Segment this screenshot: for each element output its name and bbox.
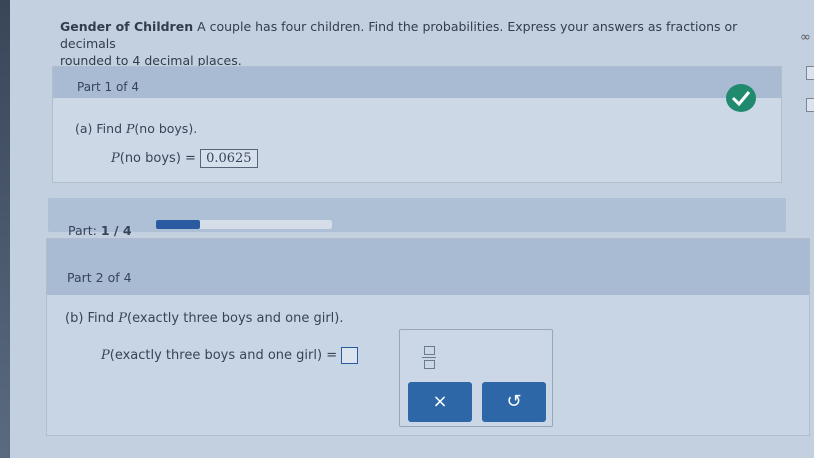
progress-track	[156, 220, 332, 229]
part2-header: Part 2 of 4	[47, 239, 809, 295]
part2-panel: Part 2 of 4 (b) Find P(exactly three boy…	[46, 238, 810, 436]
math-toolbox: × ↺	[399, 329, 553, 427]
undo-button[interactable]: ↺	[482, 382, 546, 422]
answer-input[interactable]	[341, 347, 359, 364]
part1-question: (a) Find P(no boys).	[75, 121, 198, 136]
infinity-icon[interactable]: ∞	[800, 30, 811, 45]
fraction-icon[interactable]	[422, 346, 436, 370]
part2-question: (b) Find P(exactly three boys and one gi…	[65, 311, 344, 326]
clear-button[interactable]: ×	[408, 382, 472, 422]
left-edge	[0, 0, 10, 458]
progress-bar-panel: Part: 1 / 4	[48, 198, 786, 238]
worksheet-icon[interactable]	[806, 66, 814, 80]
part1-answer: P(no boys) = 0.0625	[111, 149, 258, 168]
panel-icon[interactable]	[806, 98, 814, 112]
part2-title: Part 2 of 4	[67, 270, 132, 285]
part1-header: Part 1 of 4	[53, 67, 781, 98]
question-text: Gender of Children A couple has four chi…	[60, 18, 750, 69]
progress-label: Part: 1 / 4	[68, 223, 132, 238]
part2-answer: P(exactly three boys and one girl) =	[101, 347, 359, 364]
part1-title: Part 1 of 4	[77, 80, 139, 94]
question-title: Gender of Children	[60, 19, 194, 34]
part1-answer-value[interactable]: 0.0625	[200, 149, 258, 168]
check-icon	[726, 84, 756, 112]
part1-panel: Part 1 of 4 (a) Find P(no boys). P(no bo…	[52, 66, 782, 183]
progress-fill	[156, 220, 200, 229]
